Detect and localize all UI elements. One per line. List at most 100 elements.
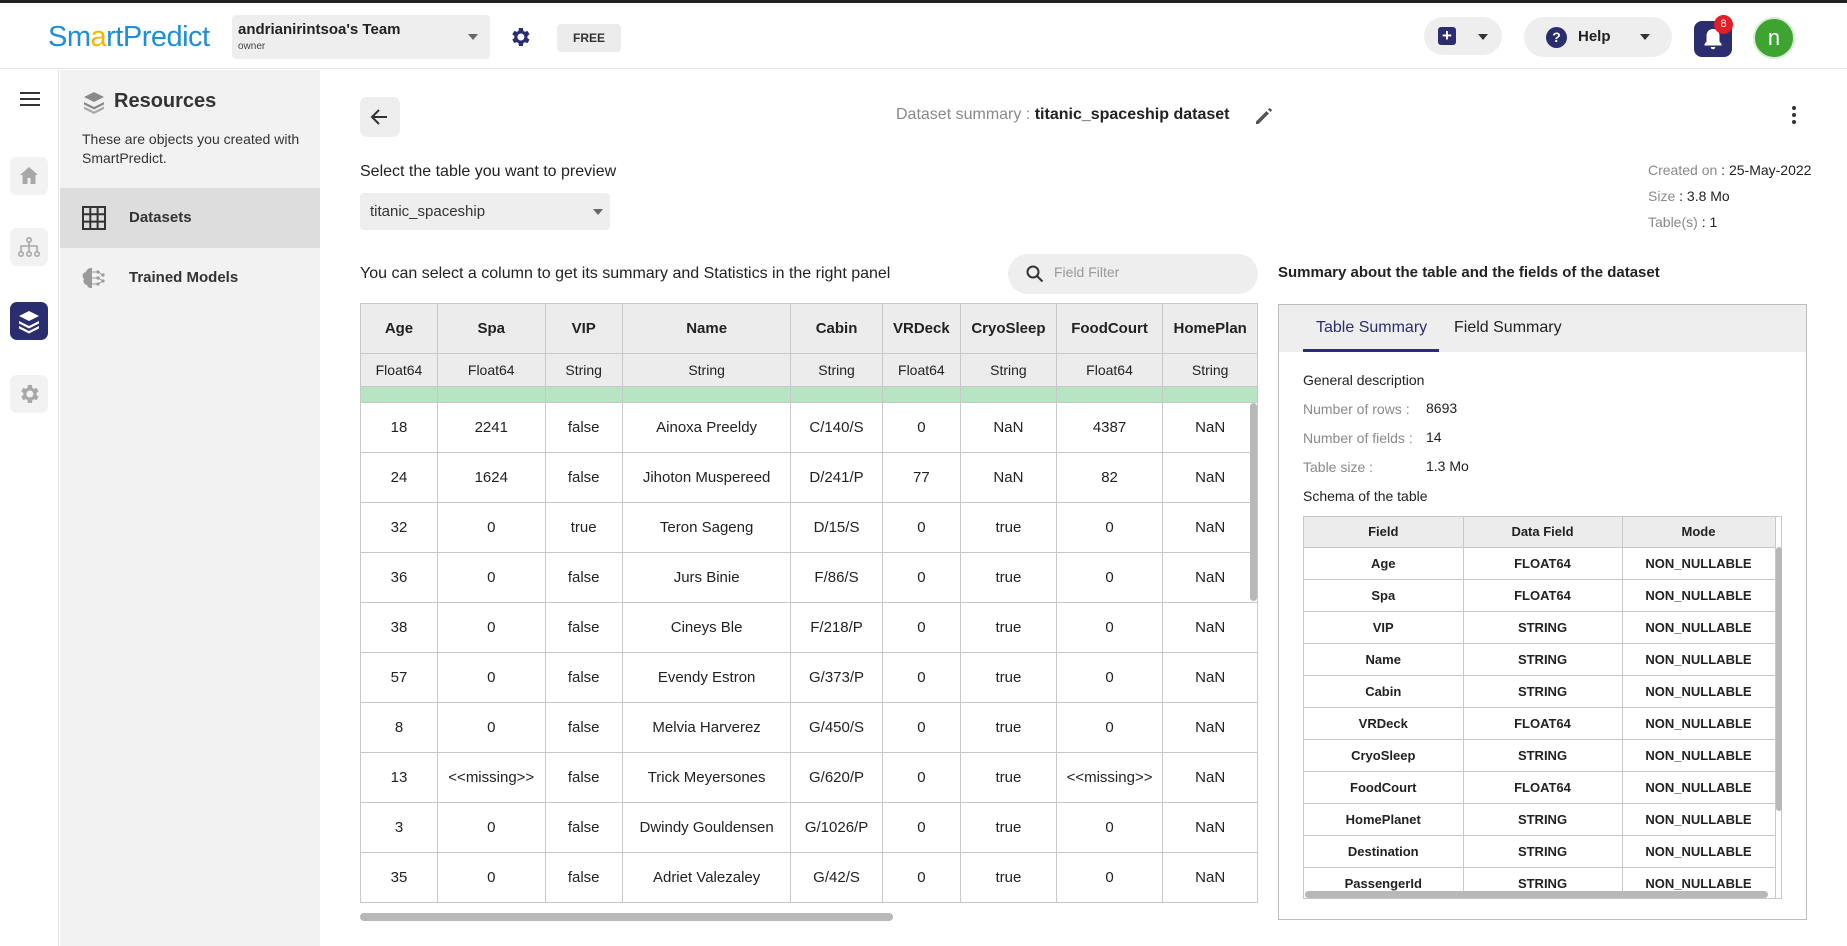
table-cell[interactable]: NaN <box>1162 452 1258 503</box>
table-cell[interactable]: false <box>544 602 623 653</box>
plan-badge[interactable]: FREE <box>557 24 621 52</box>
table-cell[interactable]: 0 <box>1055 802 1164 853</box>
pencil-icon[interactable] <box>1254 106 1274 126</box>
tab-field-summary[interactable]: Field Summary <box>1454 319 1562 337</box>
settings-icon[interactable] <box>10 375 48 413</box>
table-cell[interactable]: Jihoton Muspereed <box>621 452 792 503</box>
table-cell[interactable]: false <box>544 402 623 453</box>
table-cell[interactable]: 0 <box>1055 852 1164 903</box>
table-cell[interactable]: 0 <box>436 552 546 603</box>
table-cell[interactable]: Teron Sageng <box>621 502 792 553</box>
user-avatar[interactable]: n <box>1753 17 1795 59</box>
add-button[interactable]: + <box>1424 17 1502 55</box>
column-header[interactable]: Name <box>621 303 792 354</box>
table-cell[interactable]: false <box>544 802 623 853</box>
column-header[interactable]: HomePlan <box>1162 303 1258 354</box>
table-cell[interactable]: 0 <box>1055 552 1164 603</box>
table-cell[interactable]: NaN <box>1162 552 1258 603</box>
help-button[interactable]: ? Help <box>1524 17 1672 57</box>
table-cell[interactable]: false <box>544 752 623 803</box>
table-cell[interactable]: <<missing>> <box>1055 752 1164 803</box>
table-cell[interactable]: Evendy Estron <box>621 652 792 703</box>
table-cell[interactable]: 1624 <box>436 452 546 503</box>
table-cell[interactable]: true <box>960 652 1057 703</box>
smartpredict-logo[interactable]: SmartPredict <box>48 21 210 54</box>
table-cell[interactable]: NaN <box>1162 802 1258 853</box>
column-header[interactable]: Spa <box>436 303 546 354</box>
more-options-icon[interactable] <box>1788 106 1800 126</box>
table-cell[interactable]: NaN <box>1162 752 1258 803</box>
table-cell[interactable]: 3 <box>360 802 438 853</box>
table-cell[interactable]: 18 <box>360 402 438 453</box>
table-cell[interactable]: 57 <box>360 652 438 703</box>
menu-icon[interactable] <box>20 92 40 106</box>
layers-icon[interactable] <box>10 302 48 340</box>
table-cell[interactable]: 0 <box>881 402 962 453</box>
column-header[interactable]: FoodCourt <box>1055 303 1164 354</box>
table-cell[interactable]: true <box>960 602 1057 653</box>
table-cell[interactable]: Trick Meyersones <box>621 752 792 803</box>
table-cell[interactable]: 36 <box>360 552 438 603</box>
column-header[interactable]: Age <box>360 303 438 354</box>
sidebar-item-datasets[interactable]: Datasets <box>60 188 320 248</box>
table-cell[interactable]: D/241/P <box>790 452 883 503</box>
table-cell[interactable]: 0 <box>1055 602 1164 653</box>
table-horizontal-scrollbar[interactable] <box>360 913 893 921</box>
table-select[interactable]: titanic_spaceship <box>360 193 610 230</box>
schema-vertical-scrollbar[interactable] <box>1776 547 1782 811</box>
column-header[interactable]: VRDeck <box>881 303 962 354</box>
table-cell[interactable]: true <box>960 552 1057 603</box>
column-header[interactable]: CryoSleep <box>960 303 1057 354</box>
table-cell[interactable]: true <box>960 752 1057 803</box>
table-cell[interactable]: 0 <box>881 852 962 903</box>
table-cell[interactable]: true <box>544 502 623 553</box>
table-cell[interactable]: Melvia Harverez <box>621 702 792 753</box>
table-cell[interactable]: 0 <box>436 702 546 753</box>
table-cell[interactable]: 77 <box>881 452 962 503</box>
table-cell[interactable]: false <box>544 552 623 603</box>
table-cell[interactable]: 2241 <box>436 402 546 453</box>
table-cell[interactable]: 32 <box>360 502 438 553</box>
table-cell[interactable]: F/218/P <box>790 602 883 653</box>
table-cell[interactable]: false <box>544 452 623 503</box>
table-cell[interactable]: 0 <box>1055 652 1164 703</box>
table-cell[interactable]: C/140/S <box>790 402 883 453</box>
table-cell[interactable]: 0 <box>881 802 962 853</box>
table-cell[interactable]: 0 <box>881 652 962 703</box>
table-cell[interactable]: 0 <box>881 752 962 803</box>
table-cell[interactable]: 8 <box>360 702 438 753</box>
table-cell[interactable]: NaN <box>1162 502 1258 553</box>
flow-icon[interactable] <box>10 228 48 266</box>
table-cell[interactable]: false <box>544 852 623 903</box>
table-cell[interactable]: <<missing>> <box>436 752 546 803</box>
table-cell[interactable]: NaN <box>1162 702 1258 753</box>
table-cell[interactable]: Dwindy Gouldensen <box>621 802 792 853</box>
table-cell[interactable]: false <box>544 652 623 703</box>
table-cell[interactable]: 0 <box>1055 502 1164 553</box>
table-cell[interactable]: true <box>960 702 1057 753</box>
table-cell[interactable]: 0 <box>881 702 962 753</box>
table-cell[interactable]: G/42/S <box>790 852 883 903</box>
table-cell[interactable]: Jurs Binie <box>621 552 792 603</box>
table-cell[interactable]: 0 <box>436 602 546 653</box>
table-cell[interactable]: D/15/S <box>790 502 883 553</box>
table-cell[interactable]: G/620/P <box>790 752 883 803</box>
column-header[interactable]: VIP <box>544 303 623 354</box>
table-cell[interactable]: G/1026/P <box>790 802 883 853</box>
home-icon[interactable] <box>10 157 48 195</box>
table-cell[interactable]: NaN <box>1162 602 1258 653</box>
table-cell[interactable]: 0 <box>436 802 546 853</box>
table-cell[interactable]: 0 <box>1055 702 1164 753</box>
table-cell[interactable]: 0 <box>881 602 962 653</box>
table-cell[interactable]: 0 <box>881 552 962 603</box>
field-filter-input[interactable] <box>1054 264 1244 280</box>
field-filter[interactable] <box>1008 254 1258 294</box>
table-cell[interactable]: Ainoxa Preeldy <box>621 402 792 453</box>
gear-icon[interactable] <box>508 25 532 49</box>
table-cell[interactable]: NaN <box>960 402 1057 453</box>
table-cell[interactable]: 0 <box>436 652 546 703</box>
table-cell[interactable]: true <box>960 802 1057 853</box>
table-cell[interactable]: NaN <box>1162 852 1258 903</box>
table-cell[interactable]: Cineys Ble <box>621 602 792 653</box>
table-cell[interactable]: 0 <box>436 852 546 903</box>
